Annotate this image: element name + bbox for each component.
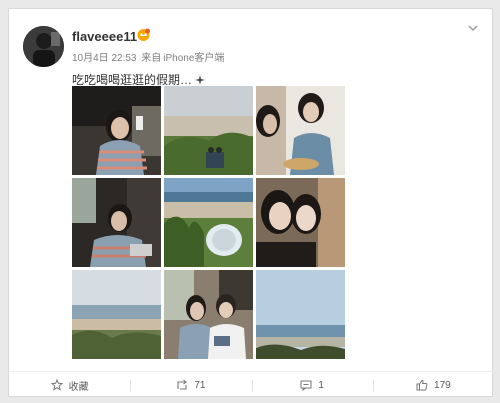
photo-plants-and-lamp-seaside[interactable] (164, 178, 253, 267)
sparkle-icon (195, 74, 206, 85)
action-bar: 收藏 71 1 179 (9, 371, 494, 398)
star-icon (50, 379, 63, 391)
vip-crown-icon (137, 28, 150, 41)
like-count: 179 (434, 379, 451, 391)
photo-beach-bench[interactable] (164, 86, 253, 175)
comment-count: 1 (318, 379, 324, 391)
thumbs-up-icon (416, 379, 428, 391)
comment-button[interactable]: 1 (251, 372, 373, 398)
chevron-down-icon[interactable] (466, 21, 480, 35)
repost-icon (177, 379, 188, 390)
like-button[interactable]: 179 (372, 372, 494, 398)
favorite-label: 收藏 (68, 381, 89, 393)
post-source[interactable]: iPhone客户端 (163, 53, 224, 64)
photo-clear-sky-coast[interactable] (256, 270, 345, 359)
weibo-post-card: flaveeee11 10月4日 22:53 来自 iPhone客户端 吃吃喝喝逛… (8, 8, 494, 398)
photo-couple-reading[interactable] (164, 270, 253, 359)
photo-two-girls-eating-noodles[interactable] (256, 86, 345, 175)
photo-two-girls-selfie[interactable] (256, 178, 345, 267)
photo-girl-drinking-cafe[interactable] (72, 86, 161, 175)
repost-count: 71 (194, 379, 206, 391)
favorite-button[interactable]: 收藏 (9, 372, 130, 398)
photo-girl-laptop-window[interactable] (72, 178, 161, 267)
post-date[interactable]: 10月4日 22:53 (72, 53, 137, 64)
source-prefix: 来自 (141, 53, 162, 64)
username[interactable]: flaveeee11 (72, 29, 137, 44)
comment-icon (300, 380, 312, 391)
post-meta: 10月4日 22:53 来自 iPhone客户端 (72, 49, 226, 64)
photo-sea-horizon[interactable] (72, 270, 161, 359)
photo-grid (72, 86, 348, 359)
avatar[interactable] (23, 26, 64, 67)
repost-button[interactable]: 71 (130, 372, 251, 398)
